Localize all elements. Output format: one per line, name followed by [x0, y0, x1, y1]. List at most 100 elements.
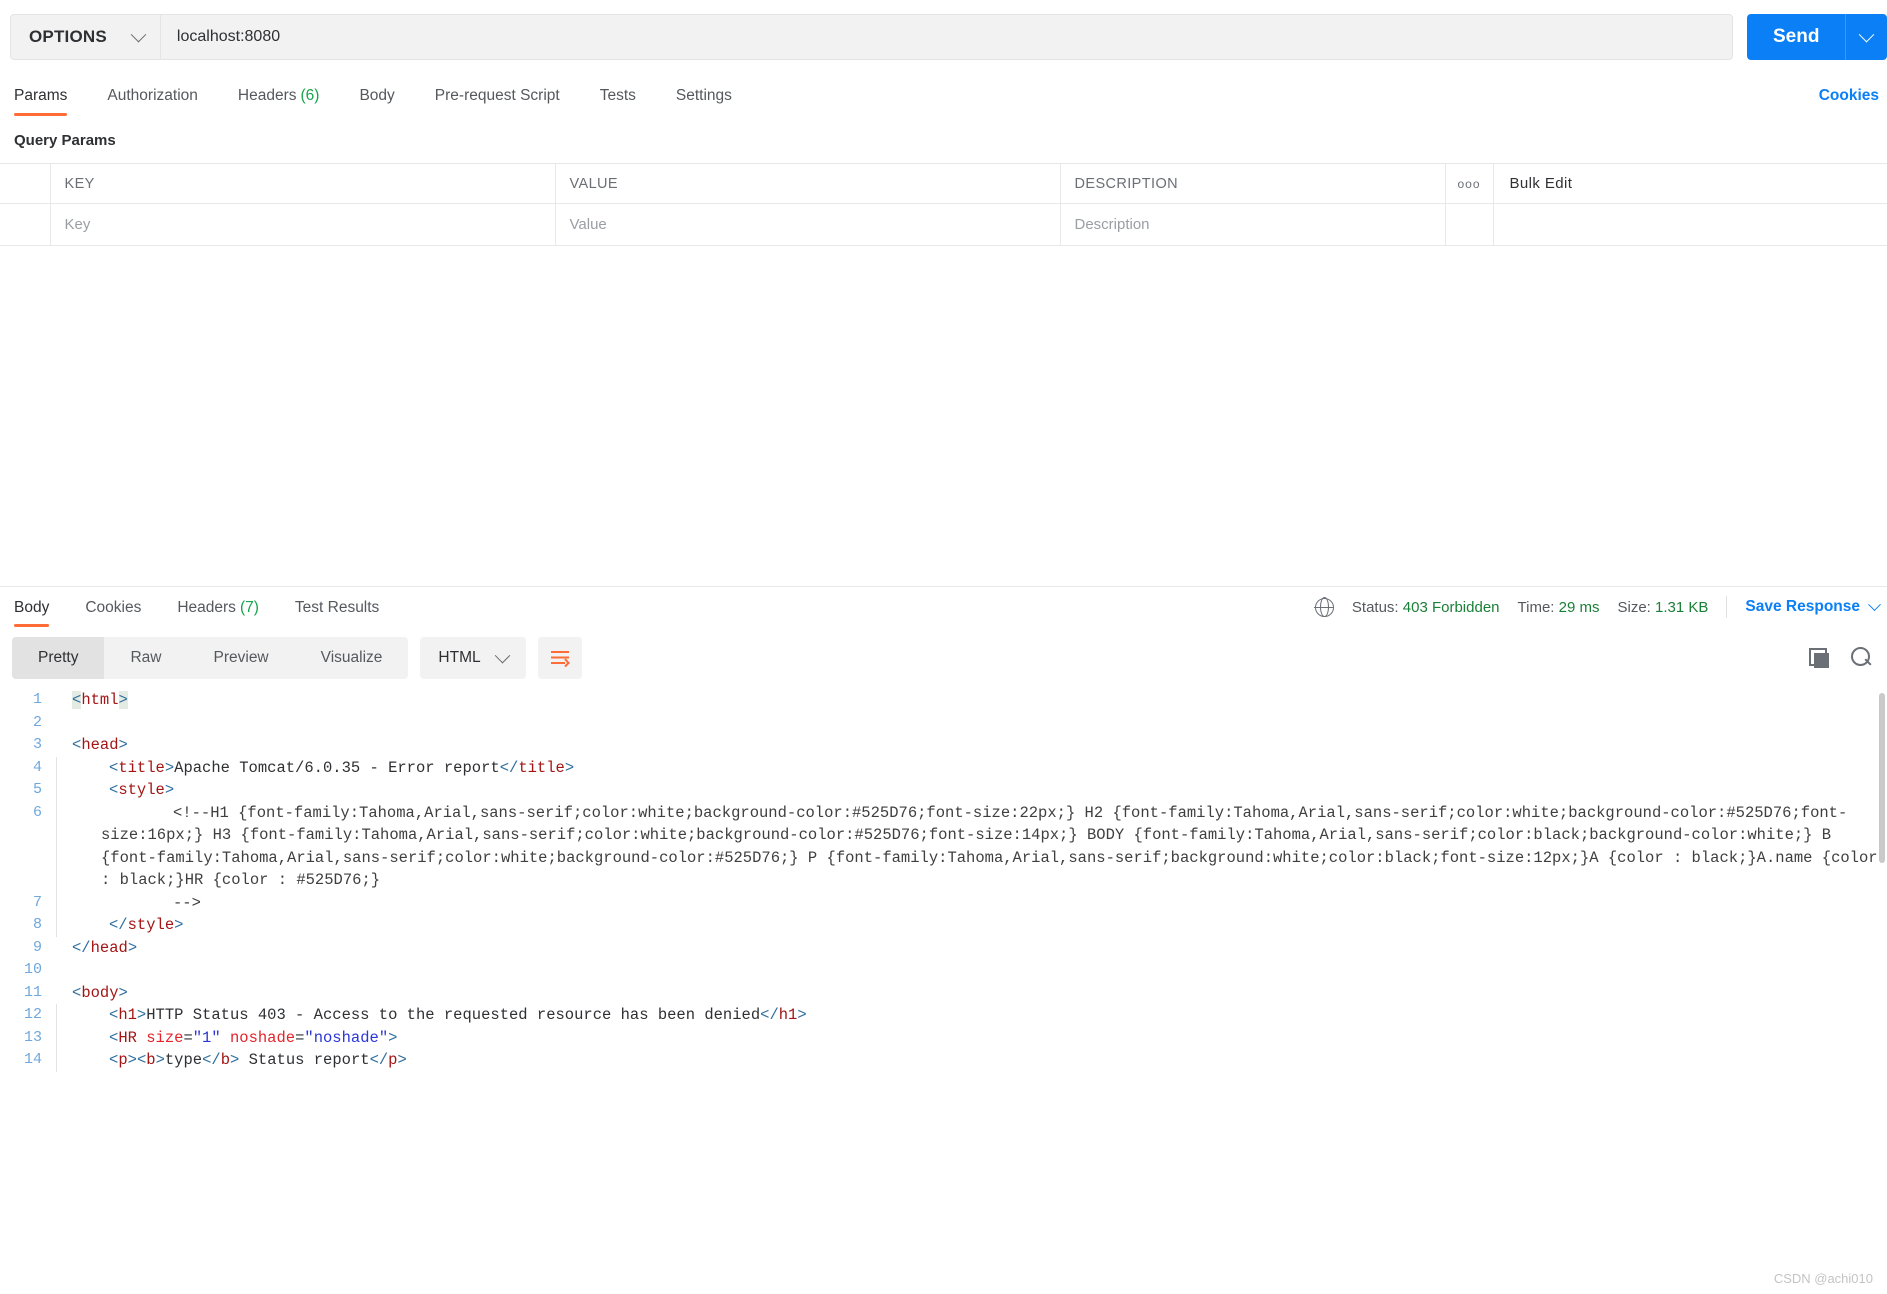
code-text: <body> — [56, 982, 1887, 1005]
code-line: 8 </style> — [0, 914, 1887, 937]
row-checkbox-cell[interactable] — [0, 203, 51, 246]
send-options-button[interactable] — [1845, 14, 1887, 60]
code-token: Status report — [239, 1051, 370, 1069]
line-number: 1 — [32, 691, 42, 708]
code-token: Apache Tomcat/6.0.35 - Error report — [174, 758, 500, 777]
tab-body[interactable]: Body — [339, 87, 414, 116]
table-header-row: KEY VALUE DESCRIPTION ooo Bulk Edit — [0, 163, 1887, 204]
line-number: 7 — [32, 893, 42, 911]
code-text: <HR size="1" noshade="noshade"> — [56, 1026, 1887, 1049]
code-line: 9 </head> — [0, 937, 1887, 960]
response-tab-body[interactable]: Body — [12, 599, 67, 627]
search-icon[interactable] — [1851, 647, 1873, 669]
code-token: <!--H1 {font-family:Tahoma,Arial,sans-se… — [101, 803, 1878, 890]
code-token: "1" — [192, 1028, 221, 1047]
tab-pre-request-script[interactable]: Pre-request Script — [415, 87, 580, 116]
response-language-select[interactable]: HTML — [420, 637, 526, 679]
code-text: <p><b>type</b> Status report</p> — [56, 1049, 1887, 1072]
view-mode-pretty[interactable]: Pretty — [12, 637, 105, 679]
line-number: 12 — [23, 1006, 42, 1023]
code-token: </ — [72, 938, 91, 957]
wrap-lines-icon — [550, 651, 570, 668]
code-line: 10 — [0, 959, 1887, 982]
code-text: <!--H1 {font-family:Tahoma,Arial,sans-se… — [56, 801, 1887, 892]
vertical-scrollbar[interactable] — [1879, 693, 1885, 863]
code-token: < — [72, 736, 82, 754]
code-token: < — [109, 1051, 119, 1069]
view-mode-visualize[interactable]: Visualize — [295, 637, 409, 679]
code-token: > — [118, 736, 128, 754]
response-actions — [1809, 647, 1873, 669]
response-tab-cookies[interactable]: Cookies — [67, 599, 159, 627]
code-line: 6 <!--H1 {font-family:Tahoma,Arial,sans-s… — [0, 801, 1887, 892]
response-toolbar: Pretty Raw Preview Visualize HTML — [0, 627, 1887, 689]
line-number: 13 — [23, 1028, 42, 1046]
code-token: > — [797, 1006, 807, 1024]
param-key-input[interactable]: Key — [50, 203, 556, 246]
bulk-edit-button[interactable]: Bulk Edit — [1493, 163, 1887, 204]
http-method-select[interactable]: OPTIONS — [11, 15, 161, 59]
code-token: html — [81, 691, 119, 709]
line-number: 3 — [32, 736, 42, 753]
save-response-button[interactable]: Save Response — [1745, 597, 1881, 616]
tab-tests[interactable]: Tests — [580, 87, 656, 116]
code-token: > — [127, 938, 138, 957]
code-token: > — [388, 1028, 398, 1047]
code-token: b — [146, 1051, 156, 1069]
code-token: size — [146, 1028, 184, 1047]
code-token: </ — [369, 1051, 389, 1069]
code-text: <h1>HTTP Status 403 - Access to the requ… — [56, 1004, 1887, 1027]
line-number: 6 — [32, 803, 42, 821]
tab-headers[interactable]: Headers (6) — [218, 87, 340, 116]
send-button[interactable]: Send — [1747, 14, 1846, 60]
url-input[interactable] — [160, 15, 1732, 59]
line-number: 11 — [23, 983, 42, 1001]
line-number: 9 — [32, 938, 42, 956]
wrap-lines-button[interactable] — [537, 637, 582, 679]
column-options-button[interactable]: ooo — [1445, 163, 1494, 204]
response-body-code[interactable]: 1 <html> 2 3 <head> 4 <title>Apache Tomcat/6.… — [0, 689, 1887, 1089]
code-token: > — [397, 1051, 407, 1069]
code-token: head — [90, 938, 128, 957]
code-token: > — [155, 1051, 165, 1069]
watermark: CSDN @achi010 — [1773, 1271, 1873, 1286]
chevron-down-icon — [1858, 26, 1875, 42]
column-header-key: KEY — [50, 163, 556, 204]
code-token: < — [109, 1028, 119, 1047]
cookies-link[interactable]: Cookies — [1819, 87, 1879, 105]
tab-params[interactable]: Params — [12, 87, 87, 116]
column-header-value: VALUE — [555, 163, 1061, 204]
tab-settings[interactable]: Settings — [656, 87, 752, 116]
tab-authorization[interactable]: Authorization — [87, 87, 217, 116]
code-token: < — [72, 983, 82, 1002]
view-mode-raw[interactable]: Raw — [104, 637, 187, 679]
row-options-cell — [1445, 203, 1494, 246]
copy-icon[interactable] — [1809, 648, 1829, 668]
size-label: Size: 1.31 KB — [1617, 598, 1709, 616]
response-tab-test-results[interactable]: Test Results — [277, 599, 397, 627]
code-token: --> — [173, 893, 201, 912]
row-spacer-cell — [1493, 203, 1887, 246]
code-token: < — [109, 758, 119, 777]
code-token: title — [518, 758, 565, 777]
more-options-icon: ooo — [1457, 176, 1481, 191]
param-value-input[interactable]: Value — [555, 203, 1061, 246]
http-method-label: OPTIONS — [29, 27, 107, 46]
response-tab-headers[interactable]: Headers (7) — [159, 599, 277, 627]
view-mode-preview[interactable]: Preview — [188, 637, 295, 679]
chevron-down-icon — [494, 647, 510, 663]
code-token: h1 — [118, 1006, 137, 1024]
code-line: 13 <HR size="1" noshade="noshade"> — [0, 1026, 1887, 1049]
query-params-table: KEY VALUE DESCRIPTION ooo Bulk Edit Key … — [0, 163, 1887, 246]
param-description-input[interactable]: Description — [1060, 203, 1446, 246]
response-view-modes: Pretty Raw Preview Visualize — [12, 637, 409, 679]
code-text: </head> — [56, 937, 1887, 960]
code-token: > — [164, 758, 175, 777]
table-row: Key Value Description — [0, 203, 1887, 246]
code-line: 14 <p><b>type</b> Status report</p> — [0, 1049, 1887, 1072]
select-all-cell — [0, 163, 51, 204]
code-token: > — [564, 758, 575, 777]
